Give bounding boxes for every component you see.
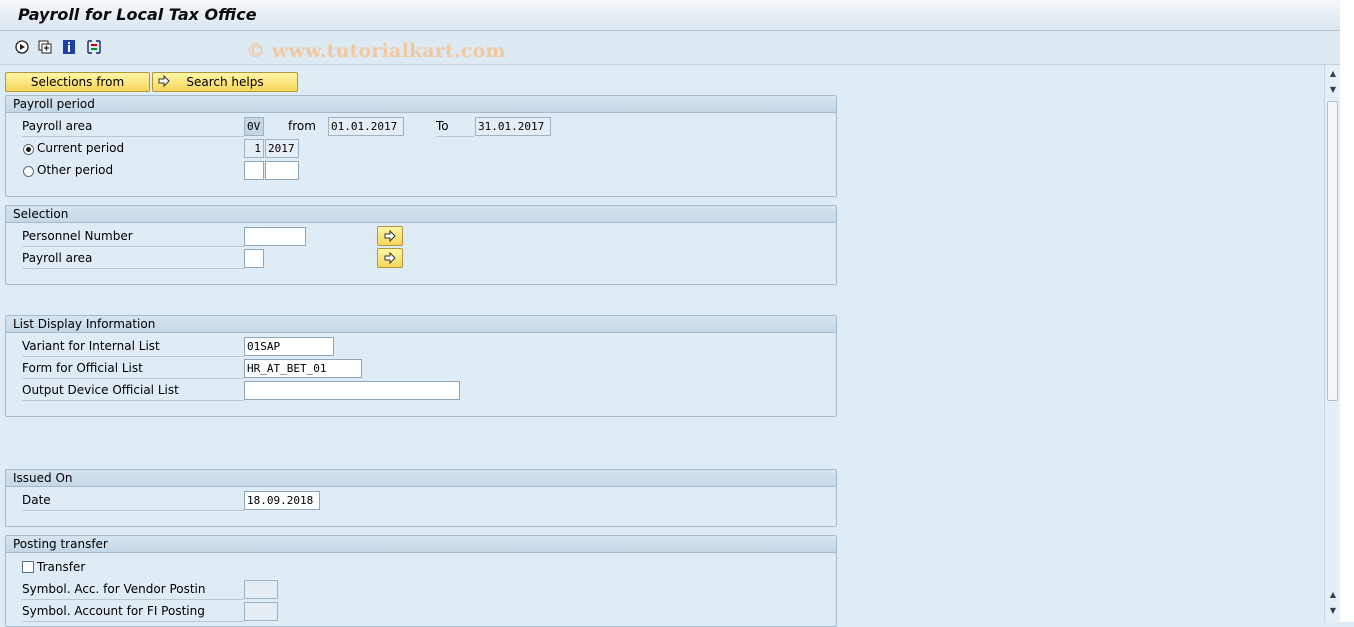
watermark-text: © www.tutorialkart.com (246, 40, 506, 62)
output-device-field[interactable] (244, 381, 460, 400)
date-field[interactable]: 18.09.2018 (244, 491, 320, 510)
execute-icon[interactable] (14, 39, 30, 55)
variant-internal-list-field[interactable]: 01SAP (244, 337, 334, 356)
issued-on-group: Issued On Date 18.09.2018 (5, 469, 837, 527)
current-period-radio[interactable] (23, 144, 34, 155)
search-helps-label: Search helps (186, 75, 264, 89)
scroll-page-down-icon[interactable]: ▼ (1327, 83, 1339, 95)
payroll-area-field[interactable]: 0V (244, 117, 264, 136)
current-period-number-field[interactable]: 1 (244, 139, 264, 158)
vendor-posting-label: Symbol. Acc. for Vendor Postin (22, 579, 244, 600)
vertical-scrollbar[interactable]: ▲ ▼ ▲ ▼ (1324, 65, 1341, 622)
date-label: Date (22, 490, 244, 511)
current-period-year-field[interactable]: 2017 (265, 139, 299, 158)
form-official-list-field[interactable]: HR_AT_BET_01 (244, 359, 362, 378)
info-icon[interactable] (61, 39, 77, 55)
scroll-up-icon[interactable]: ▲ (1327, 67, 1339, 79)
fi-posting-label: Symbol. Account for FI Posting (22, 601, 244, 622)
personnel-number-label: Personnel Number (22, 226, 244, 247)
personnel-number-field[interactable] (244, 227, 306, 246)
selection-options-icon[interactable] (86, 39, 102, 55)
scrollbar-thumb[interactable] (1327, 101, 1338, 401)
output-device-label: Output Device Official List (22, 380, 244, 401)
page-title: Payroll for Local Tax Office (18, 5, 257, 24)
other-period-radio[interactable] (23, 166, 34, 177)
period-from-field[interactable]: 01.01.2017 (328, 117, 404, 136)
issued-on-header: Issued On (6, 470, 836, 487)
search-helps-button[interactable]: Search helps (152, 72, 298, 92)
list-display-header: List Display Information (6, 316, 836, 333)
personnel-number-multiple-selection-button[interactable] (377, 226, 403, 246)
payroll-period-group: Payroll period Payroll area 0V from 01.0… (5, 95, 837, 197)
selections-from-label: Selections from (30, 75, 125, 89)
transfer-label: Transfer (37, 560, 86, 574)
scroll-down-icon[interactable]: ▼ (1327, 604, 1339, 616)
selection-payroll-area-field[interactable] (244, 249, 264, 268)
payroll-period-header: Payroll period (6, 96, 836, 113)
application-toolbar: © www.tutorialkart.com (0, 31, 1340, 65)
arrow-right-icon (157, 74, 171, 91)
from-label: from (288, 119, 316, 133)
period-to-field[interactable]: 31.01.2017 (475, 117, 551, 136)
scroll-page-up-icon[interactable]: ▲ (1327, 588, 1339, 600)
variant-internal-list-label: Variant for Internal List (22, 336, 244, 357)
selection-screen: Selections from Search helps Payroll per… (0, 65, 1324, 627)
title-bar: Payroll for Local Tax Office (0, 0, 1340, 31)
selection-payroll-area-label: Payroll area (22, 248, 244, 269)
payroll-area-label: Payroll area (22, 116, 244, 137)
other-period-label: Other period (37, 163, 114, 177)
arrow-right-icon (384, 229, 396, 243)
selection-group: Selection Personnel Number Payroll area (5, 205, 837, 285)
selection-header: Selection (6, 206, 836, 223)
other-period-year-field[interactable] (265, 161, 299, 180)
posting-transfer-group: Posting transfer Transfer Symbol. Acc. f… (5, 535, 837, 627)
get-variant-icon[interactable] (37, 39, 53, 55)
other-period-number-field[interactable] (244, 161, 264, 180)
fi-posting-field[interactable] (244, 602, 278, 621)
list-display-group: List Display Information Variant for Int… (5, 315, 837, 417)
vendor-posting-field[interactable] (244, 580, 278, 599)
to-label: To (436, 116, 474, 137)
current-period-label: Current period (37, 141, 125, 155)
transfer-checkbox[interactable] (22, 561, 34, 573)
selections-from-button[interactable]: Selections from (5, 72, 150, 92)
payroll-area-multiple-selection-button[interactable] (377, 248, 403, 268)
form-official-list-label: Form for Official List (22, 358, 244, 379)
posting-transfer-header: Posting transfer (6, 536, 836, 553)
arrow-right-icon (384, 251, 396, 265)
window-edge (1340, 0, 1354, 622)
